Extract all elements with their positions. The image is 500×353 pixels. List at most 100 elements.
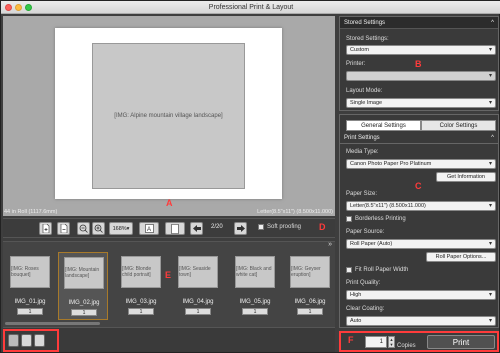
copy-count-stepper[interactable]: 1: [128, 308, 154, 315]
media-type-select[interactable]: Canon Photo Paper Pro Platinum: [346, 159, 496, 169]
zoom-value: 168%: [112, 225, 127, 232]
borderless-label: Borderless Printing: [355, 216, 406, 222]
copy-count-stepper[interactable]: 1: [71, 309, 97, 316]
copy-count-stepper[interactable]: 1: [17, 308, 43, 315]
view-mode-highlight: [3, 329, 59, 352]
roll-paper-options-button[interactable]: Roll Paper Options...: [426, 252, 496, 262]
window-controls: [5, 4, 32, 11]
arrow-left-icon: [192, 225, 201, 232]
stored-settings-select[interactable]: Custom: [346, 45, 496, 55]
thumbnail-filename: IMG_01.jpg: [14, 299, 46, 305]
thumbnail-item[interactable]: [IMG: Roses bouquet] IMG_01.jpg 1: [5, 252, 55, 320]
collapse-strip-icon[interactable]: »: [328, 241, 332, 248]
minimize-window-button[interactable]: [15, 4, 22, 11]
printer-select[interactable]: [346, 71, 496, 81]
paper-orientation-button[interactable]: A: [139, 222, 159, 235]
horizontal-scrollbar[interactable]: [5, 322, 100, 325]
thumbnail-item[interactable]: [IMG: Blonde child portrait] IMG_03.jpg …: [116, 252, 166, 320]
label-d: D: [319, 222, 326, 232]
zoom-in-icon: [94, 224, 103, 233]
thumbnail-item[interactable]: [IMG: Black and white cat] IMG_05.jpg 1: [230, 252, 280, 320]
page-layout-button[interactable]: [165, 222, 185, 235]
view-mode-bar: [3, 327, 335, 352]
thumbnail-filename: IMG_05.jpg: [239, 299, 271, 305]
copies-label: Copies: [397, 343, 416, 349]
fit-roll-paper-width-checkbox[interactable]: Fit Roll Paper Width: [346, 267, 408, 273]
thumbnail-image[interactable]: [IMG: Geyser eruption]: [290, 256, 330, 288]
copy-count-stepper[interactable]: 1: [242, 308, 268, 315]
thumbnail-image[interactable]: [IMG: Blonde child portrait]: [121, 256, 161, 288]
add-document-icon: [42, 224, 49, 233]
paper-source-label: Paper Source:: [346, 229, 385, 235]
print-settings-panel: General Settings Color Settings Print Se…: [339, 114, 499, 328]
preview-toolbar: 168% ▾ A 2/20 Soft proofing: [3, 218, 335, 238]
thumbnail-image[interactable]: [IMG: Roses bouquet]: [10, 256, 50, 288]
print-quality-select[interactable]: High: [346, 290, 496, 300]
copy-count-stepper[interactable]: 1: [185, 308, 211, 315]
fit-roll-label: Fit Roll Paper Width: [355, 267, 409, 273]
copies-input[interactable]: 1: [365, 336, 387, 348]
preview-image[interactable]: [IMG: Alpine mountain village landscape]: [92, 43, 245, 189]
print-bar: F 1 ▲ ▼ Copies Print: [339, 331, 499, 352]
copies-stepper[interactable]: ▲ ▼: [388, 336, 395, 348]
paper-source-select[interactable]: Roll Paper (Auto): [346, 239, 496, 249]
soft-proofing-checkbox[interactable]: Soft proofing: [258, 224, 301, 230]
remove-document-icon: [60, 224, 67, 233]
print-settings-header[interactable]: Print Settings ^: [340, 132, 498, 144]
previous-page-button[interactable]: [190, 222, 203, 235]
thumbnail-image[interactable]: [IMG: Seaside town]: [178, 256, 218, 288]
next-page-button[interactable]: [234, 222, 247, 235]
stored-settings-header[interactable]: Stored Settings ^: [340, 17, 498, 29]
zoom-window-button[interactable]: [25, 4, 32, 11]
media-type-label: Media Type:: [346, 149, 379, 155]
page-indicator: 2/20: [211, 224, 223, 230]
thumbnail-filename: IMG_02.jpg: [68, 300, 100, 306]
print-settings-header-text: Print Settings: [344, 135, 380, 141]
checkbox-box[interactable]: [258, 224, 264, 230]
chevron-up-icon: ^: [491, 135, 494, 141]
preview-area[interactable]: [IMG: Alpine mountain village landscape]: [3, 16, 335, 216]
chevron-up-icon: ^: [491, 20, 494, 26]
thumbnail-image[interactable]: [IMG: Black and white cat]: [235, 256, 275, 288]
print-quality-label: Print Quality:: [346, 280, 381, 286]
window-title: Professional Print & Layout: [208, 4, 294, 11]
checkbox-box[interactable]: [346, 267, 352, 273]
close-window-button[interactable]: [5, 4, 12, 11]
thumbnail-item[interactable]: [IMG: Seaside town] IMG_04.jpg 1: [173, 252, 223, 320]
stored-settings-label: Stored Settings:: [346, 36, 389, 42]
remove-image-button[interactable]: [57, 222, 70, 235]
thumbnail-item-selected[interactable]: [IMG: Mountain landscape] IMG_02.jpg 1: [58, 252, 108, 320]
get-information-button[interactable]: Get Information: [436, 172, 496, 182]
settings-tabs: General Settings Color Settings: [346, 120, 496, 131]
paper-preview: [IMG: Alpine mountain village landscape]: [55, 28, 282, 199]
copy-count-stepper[interactable]: 1: [297, 308, 323, 315]
zoom-dropdown[interactable]: 168% ▾: [109, 222, 133, 235]
layout-mode-label: Layout Mode:: [346, 88, 383, 94]
paper-size-select[interactable]: Letter(8.5"x11") (8.500x11.000): [346, 201, 496, 211]
tab-general-settings[interactable]: General Settings: [346, 120, 421, 131]
printer-label: Printer:: [346, 61, 366, 67]
thumbnail-filename: IMG_06.jpg: [294, 299, 326, 305]
page-info: Letter(8.5"x11") (8.500x11.000): [257, 209, 333, 215]
stored-header-text: Stored Settings: [344, 20, 386, 26]
thumbnail-item[interactable]: [IMG: Geyser eruption] IMG_06.jpg 1: [285, 252, 335, 320]
add-image-button[interactable]: [39, 222, 52, 235]
borderless-printing-checkbox[interactable]: Borderless Printing: [346, 216, 406, 222]
clear-coating-label: Clear Coating:: [346, 306, 385, 312]
layout-mode-select[interactable]: Single Image: [346, 98, 496, 108]
print-button[interactable]: Print: [427, 335, 495, 349]
zoom-out-button[interactable]: [77, 222, 90, 235]
paper-size-label: Paper Size:: [346, 191, 378, 197]
clear-coating-select[interactable]: Auto: [346, 316, 496, 326]
checkbox-box[interactable]: [346, 216, 352, 222]
label-f: F: [348, 335, 354, 345]
tab-color-settings[interactable]: Color Settings: [421, 120, 496, 131]
thumbnail-strip[interactable]: » [IMG: Roses bouquet] IMG_01.jpg 1 [IMG…: [3, 241, 335, 327]
media-info: 44 in Roll (1117.6mm): [4, 209, 58, 215]
thumbnail-filename: IMG_04.jpg: [182, 299, 214, 305]
label-c: C: [415, 181, 422, 191]
text-frame-icon: A: [144, 224, 154, 233]
thumbnail-image[interactable]: [IMG: Mountain landscape]: [64, 257, 104, 289]
label-a: A: [166, 198, 173, 208]
zoom-in-button[interactable]: [92, 222, 105, 235]
